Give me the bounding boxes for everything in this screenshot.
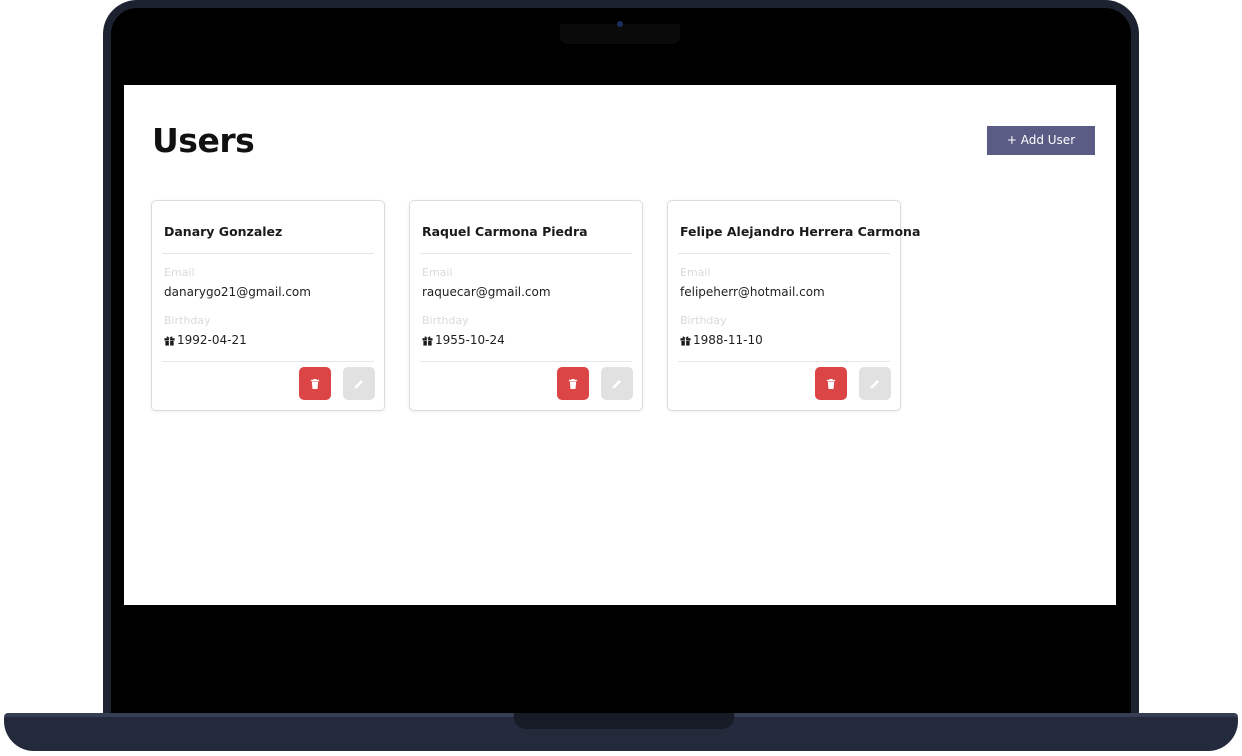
app-screen: Users + Add User Danary Gonzalez Email d…	[124, 85, 1116, 605]
camera-icon	[617, 21, 623, 27]
user-name: Danary Gonzalez	[164, 224, 283, 239]
birthday-row: 1992-04-21	[164, 333, 247, 347]
pencil-icon	[612, 379, 621, 388]
birthday-value: 1955-10-24	[435, 333, 505, 347]
gift-icon	[680, 336, 691, 346]
divider	[420, 253, 632, 254]
gift-icon	[164, 336, 175, 346]
edit-button[interactable]	[343, 367, 375, 400]
divider	[162, 361, 374, 362]
delete-button[interactable]	[815, 367, 847, 400]
base-notch	[514, 713, 734, 729]
user-card: Raquel Carmona Piedra Email raquecar@gma…	[409, 200, 643, 411]
trash-icon	[310, 378, 320, 389]
user-name: Raquel Carmona Piedra	[422, 224, 588, 239]
birthday-value: 1992-04-21	[177, 333, 247, 347]
trash-icon	[826, 378, 836, 389]
bottom-bezel	[124, 605, 1116, 667]
divider	[678, 253, 890, 254]
user-card: Felipe Alejandro Herrera Carmona Email f…	[667, 200, 920, 411]
gift-icon	[422, 336, 433, 346]
divider	[420, 361, 632, 362]
email-value: raquecar@gmail.com	[422, 285, 551, 299]
edit-button[interactable]	[601, 367, 633, 400]
email-label: Email	[680, 266, 711, 279]
page-title: Users	[152, 121, 255, 160]
laptop-mockup: Users + Add User Danary Gonzalez Email d…	[0, 0, 1242, 756]
pencil-icon	[870, 379, 879, 388]
birthday-label: Birthday	[164, 314, 211, 327]
user-card: Danary Gonzalez Email danarygo21@gmail.c…	[151, 200, 385, 411]
email-value: danarygo21@gmail.com	[164, 285, 311, 299]
edit-button[interactable]	[859, 367, 891, 400]
delete-button[interactable]	[557, 367, 589, 400]
birthday-row: 1955-10-24	[422, 333, 505, 347]
laptop-base	[4, 713, 1238, 751]
email-label: Email	[422, 266, 453, 279]
divider	[678, 361, 890, 362]
divider	[162, 253, 374, 254]
email-value: felipeherr@hotmail.com	[680, 285, 825, 299]
birthday-label: Birthday	[422, 314, 469, 327]
delete-button[interactable]	[299, 367, 331, 400]
birthday-row: 1988-11-10	[680, 333, 763, 347]
camera-notch	[560, 24, 680, 44]
add-user-button[interactable]: + Add User	[987, 126, 1095, 155]
user-name: Felipe Alejandro Herrera Carmona	[680, 224, 921, 239]
trash-icon	[568, 378, 578, 389]
email-label: Email	[164, 266, 195, 279]
birthday-value: 1988-11-10	[693, 333, 763, 347]
birthday-label: Birthday	[680, 314, 727, 327]
pencil-icon	[354, 379, 363, 388]
